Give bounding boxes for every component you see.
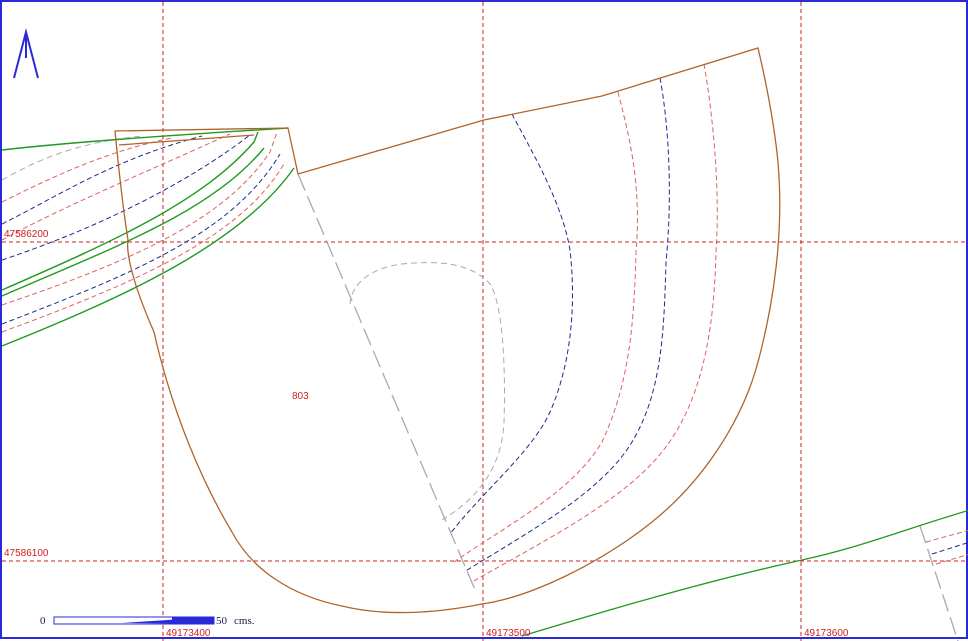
contour-blue (2, 135, 203, 225)
contour-red (453, 91, 638, 563)
contour-red (471, 63, 718, 583)
contour-blue (449, 113, 573, 535)
scale-bar: 0 50 cms. (40, 615, 255, 627)
right-contour-group (349, 63, 718, 583)
contour-gray (2, 135, 143, 181)
parcel-label: 803 (292, 391, 309, 402)
cut-line-right (919, 525, 959, 641)
easting-label-500: 49173500 (486, 628, 531, 639)
cut-lines (297, 173, 959, 641)
cadastral-map[interactable]: 803 49173400 49173500 49173600 47586200 … (2, 2, 968, 641)
contour-red (2, 133, 231, 241)
northing-label-200: 47586200 (4, 229, 49, 240)
grid-lines (2, 2, 968, 641)
contour-gray (349, 262, 505, 521)
easting-label-600: 49173600 (804, 628, 849, 639)
map-viewport[interactable]: 803 49173400 49173500 49173600 47586200 … (0, 0, 968, 641)
contour-blue (931, 542, 968, 555)
contour-red (925, 530, 968, 543)
scale-bar-segment (172, 617, 214, 624)
scale-bar-end: 50 (216, 615, 228, 627)
contour-blue (463, 77, 670, 573)
contour-red (935, 554, 968, 565)
northing-label-100: 47586100 (4, 548, 49, 559)
scale-bar-unit: cms. (234, 615, 255, 627)
green-line-bottom (521, 509, 968, 637)
north-arrow-icon (13, 28, 39, 79)
easting-label-400: 49173400 (166, 628, 211, 639)
cut-line-left (297, 173, 477, 593)
right-edge-features (925, 530, 968, 565)
scale-bar-start: 0 (40, 615, 46, 627)
